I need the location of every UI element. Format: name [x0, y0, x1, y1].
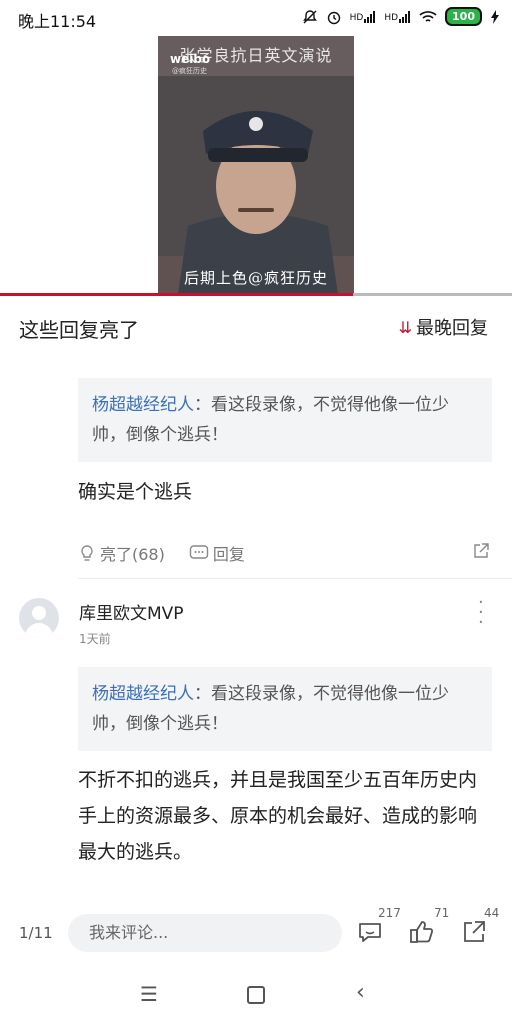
- like-button[interactable]: 亮了(68): [78, 541, 165, 565]
- quoted-username[interactable]: 杨超越经纪人: [92, 395, 194, 415]
- comment-time: 1天前: [79, 632, 111, 646]
- avatar[interactable]: [19, 598, 59, 638]
- thumb-up-icon[interactable]: [408, 918, 436, 946]
- status-bar: 晚上11:54 HD HD 100: [0, 0, 512, 36]
- section-title: 这些回复亮了: [19, 318, 139, 342]
- avatar-body: [25, 623, 53, 638]
- signal-icon-2: HD: [384, 10, 411, 23]
- share-icon: [474, 543, 489, 558]
- comment-input[interactable]: 我来评论...: [68, 914, 342, 952]
- wifi-icon: [419, 10, 437, 22]
- system-nav-bar: ☰ ‹: [0, 962, 512, 1024]
- comment-text: 不折不扣的逃兵，并且是我国至少五百年历史内手上的资源最多、原本的机会最好、造成的…: [78, 769, 478, 863]
- mute-icon: [302, 9, 317, 23]
- reply-label: 回复: [212, 545, 245, 564]
- like-count: 71: [434, 906, 450, 920]
- signal-icon: HD: [349, 10, 377, 23]
- nav-home-icon[interactable]: [247, 986, 265, 1004]
- comment-username[interactable]: 库里欧文MVP: [79, 599, 184, 624]
- charging-icon: [491, 9, 499, 24]
- divider: [78, 578, 512, 579]
- video-caption: 后期上色@疯狂历史: [183, 269, 328, 287]
- reply-icon: [189, 545, 209, 559]
- quoted-comment-2[interactable]: 杨超越经纪人：看这段录像，不觉得他像一位少帅，倒像个逃兵！: [78, 667, 492, 751]
- signal-hd-label-2: HD: [384, 12, 399, 23]
- weibo-watermark-sub: @疯狂历史: [172, 67, 207, 75]
- bulb-icon: [81, 545, 93, 561]
- share-button[interactable]: [472, 542, 490, 565]
- reply-actions: 亮了(68) 回复: [78, 540, 492, 566]
- quoted-username-2[interactable]: 杨超越经纪人: [92, 684, 194, 704]
- sort-icon: ⇊: [398, 317, 412, 337]
- weibo-watermark: weibo: [170, 52, 211, 66]
- comment-icon[interactable]: [356, 918, 384, 946]
- more-icon[interactable]: · · ·: [478, 594, 484, 632]
- sort-button[interactable]: ⇊ 最晚回复: [399, 314, 488, 340]
- battery-icon: 100: [445, 7, 482, 26]
- avatar-head: [32, 606, 46, 620]
- quoted-comment[interactable]: 杨超越经纪人：看这段录像，不觉得他像一位少帅，倒像个逃兵！: [78, 378, 492, 462]
- reply-text: 确实是个逃兵: [78, 481, 193, 503]
- reply-button[interactable]: 回复: [189, 541, 245, 565]
- page-indicator: 1/11: [19, 924, 53, 942]
- share-icon-bottom[interactable]: [460, 918, 488, 946]
- signal-hd-label: HD: [349, 12, 364, 23]
- status-time: 晚上11:54: [18, 12, 97, 31]
- sort-label: 最晚回复: [416, 318, 488, 339]
- section-header: 这些回复亮了 ⇊ 最晚回复: [0, 296, 512, 358]
- like-label: 亮了(68): [100, 545, 165, 564]
- nav-back-icon[interactable]: ‹: [356, 980, 365, 1005]
- status-icons: HD HD 100: [302, 7, 500, 26]
- video-player[interactable]: 张学良抗日英文演说 weibo @疯狂历史 后期上色@疯狂历史: [158, 36, 354, 294]
- bottom-bar: 1/11 我来评论... 217 71 44: [0, 900, 512, 962]
- nav-menu-icon[interactable]: ☰: [140, 982, 158, 1006]
- alarm-icon: [327, 11, 340, 24]
